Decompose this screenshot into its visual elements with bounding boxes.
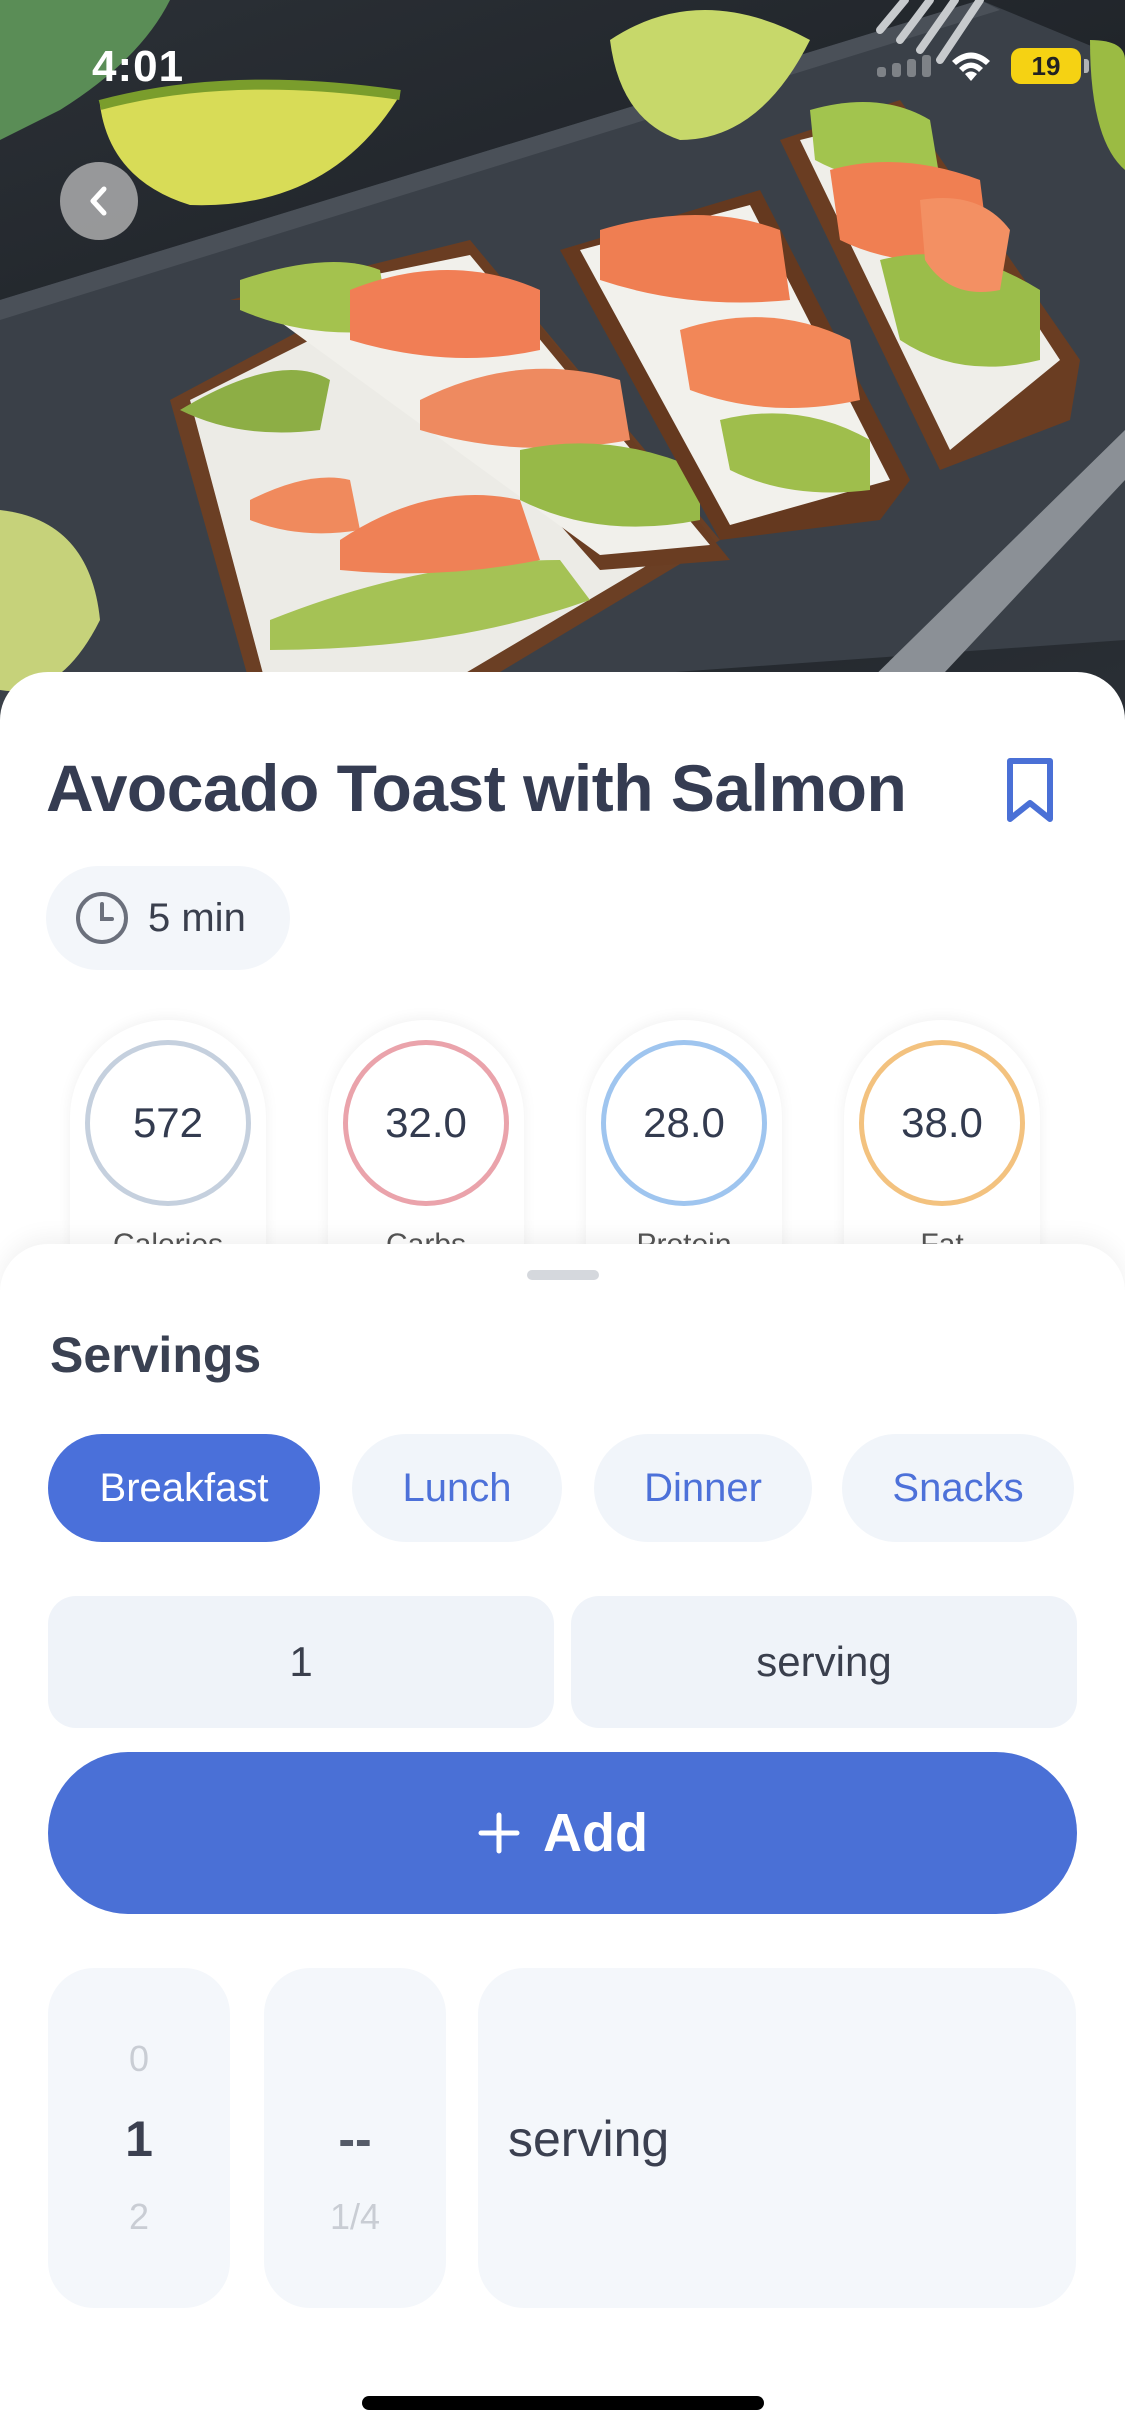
calories-value: 572 <box>132 1099 204 1146</box>
chevron-left-icon <box>90 186 107 216</box>
fraction-picker-selected[interactable]: -- <box>264 2110 446 2168</box>
status-time: 4:01 <box>92 42 185 91</box>
nutrition-carbs: 32.0 Carbs <box>328 1020 524 1280</box>
sheet-grabber[interactable] <box>527 1270 599 1280</box>
recipe-title: Avocado Toast with Salmon <box>46 751 907 825</box>
protein-value: 28.0 <box>643 1099 725 1146</box>
meal-tab-breakfast[interactable]: Breakfast <box>48 1434 320 1542</box>
number-picker-below[interactable]: 2 <box>48 2196 230 2238</box>
carbs-ring: 32.0 <box>343 1040 509 1206</box>
nutrition-protein: 28.0 Protein <box>586 1020 782 1280</box>
status-bar: 4:01 19 <box>0 0 1125 140</box>
calories-ring: 572 <box>85 1040 251 1206</box>
fat-value: 38.0 <box>901 1099 983 1146</box>
unit-picker-selected[interactable]: serving <box>508 2110 669 2168</box>
plus-icon <box>478 1812 520 1854</box>
fraction-picker-below[interactable]: 1/4 <box>264 2196 446 2238</box>
signal-icon <box>877 55 931 77</box>
number-picker-selected[interactable]: 1 <box>48 2110 230 2168</box>
number-picker[interactable]: 0 1 2 <box>48 1968 230 2308</box>
meal-tab-dinner[interactable]: Dinner <box>594 1434 812 1542</box>
prep-time-label: 5 min <box>148 895 246 940</box>
fat-ring: 38.0 <box>859 1040 1025 1206</box>
carbs-value: 32.0 <box>385 1099 467 1146</box>
quantity-field[interactable]: 1 <box>48 1596 554 1728</box>
unit-picker[interactable]: serving <box>478 1968 1076 2308</box>
protein-ring: 28.0 <box>601 1040 767 1206</box>
meal-tab-snacks[interactable]: Snacks <box>842 1434 1074 1542</box>
add-button-label: Add <box>543 1803 648 1863</box>
number-picker-above[interactable]: 0 <box>48 2038 230 2080</box>
prep-time-chip: 5 min <box>46 866 290 970</box>
battery-level: 19 <box>1031 50 1061 81</box>
nutrition-calories: 572 Calories <box>70 1020 266 1280</box>
status-icons: 19 <box>877 48 1089 84</box>
unit-field[interactable]: serving <box>571 1596 1077 1728</box>
servings-heading: Servings <box>50 1327 262 1383</box>
clock-icon <box>76 892 128 944</box>
add-button[interactable]: Add <box>48 1752 1077 1914</box>
back-button[interactable] <box>60 162 138 240</box>
battery-icon: 19 <box>1011 48 1089 84</box>
bookmark-icon <box>1007 758 1053 822</box>
fraction-picker[interactable]: -- 1/4 <box>264 1968 446 2308</box>
meal-tab-lunch[interactable]: Lunch <box>352 1434 562 1542</box>
bookmark-button[interactable] <box>1000 755 1060 827</box>
nutrition-fat: 38.0 Fat <box>844 1020 1040 1280</box>
home-indicator <box>362 2396 764 2410</box>
wifi-icon <box>952 52 990 81</box>
